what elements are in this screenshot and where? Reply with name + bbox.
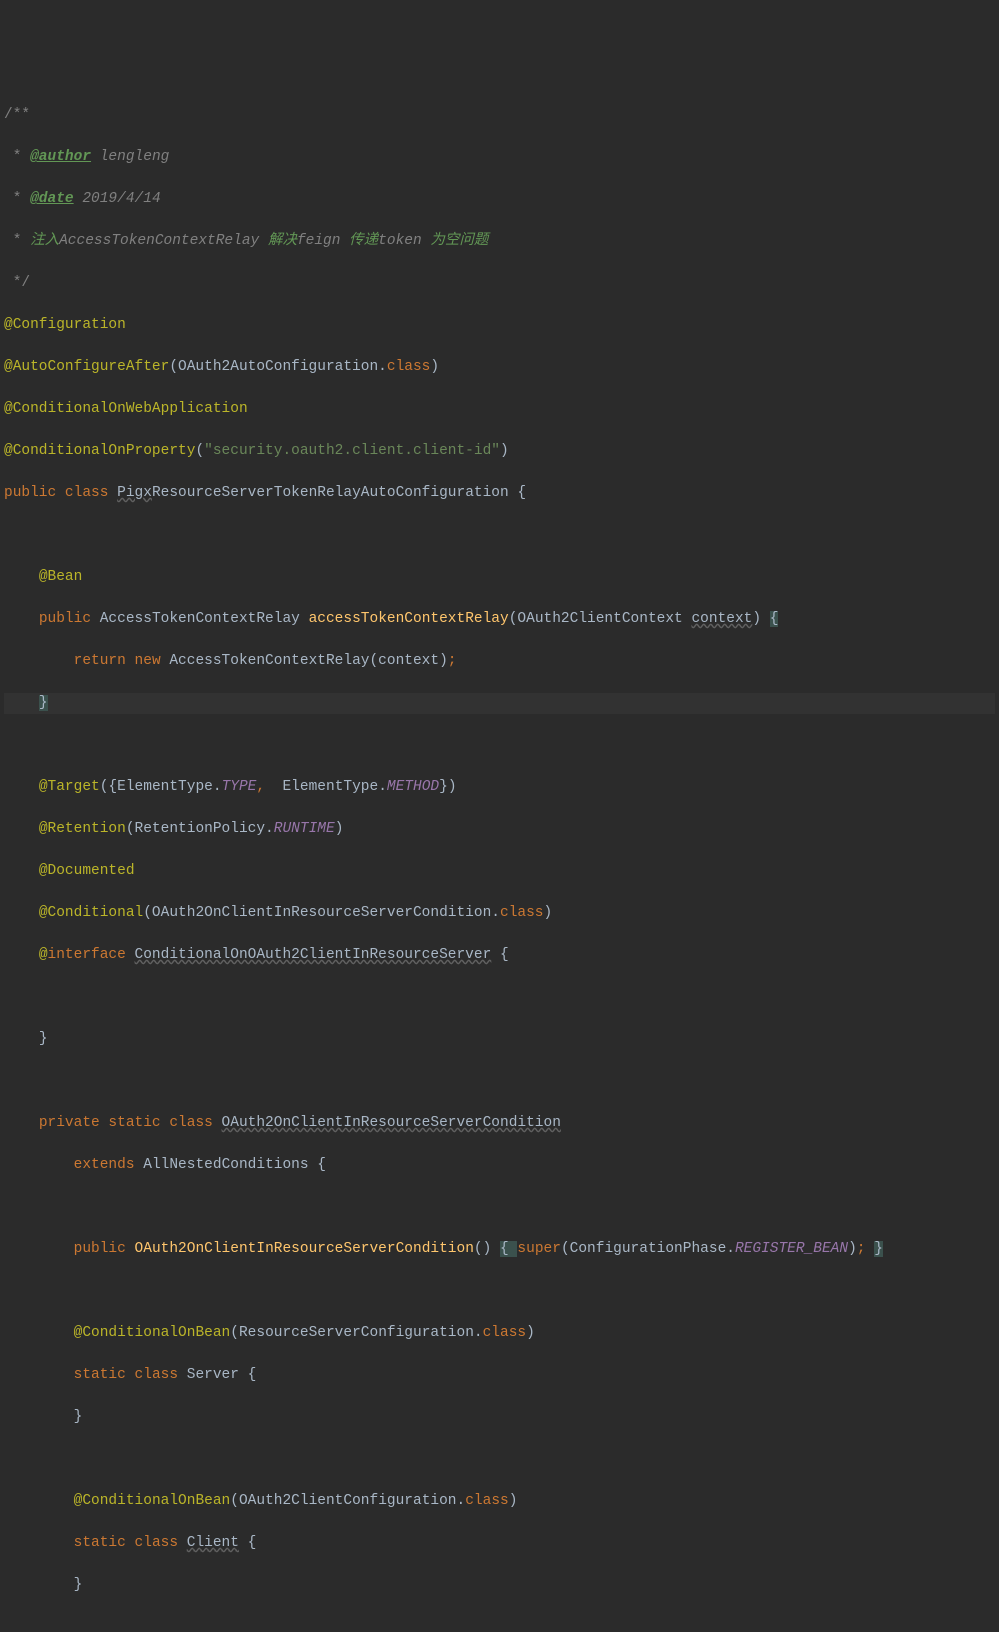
code-line: /** bbox=[4, 105, 995, 126]
code-line: */ bbox=[4, 273, 995, 294]
code-editor[interactable]: /** * @author lengleng * @date 2019/4/14… bbox=[0, 84, 999, 1632]
code-line: extends AllNestedConditions { bbox=[4, 1155, 995, 1176]
annotation: @ConditionalOnWebApplication bbox=[4, 401, 248, 417]
code-line bbox=[4, 735, 995, 756]
code-line: } bbox=[4, 1575, 995, 1596]
code-line: } bbox=[4, 1407, 995, 1428]
code-line bbox=[4, 1071, 995, 1092]
code-line: public OAuth2OnClientInResourceServerCon… bbox=[4, 1239, 995, 1260]
class-name: Client bbox=[187, 1535, 239, 1551]
code-line: static class Client { bbox=[4, 1533, 995, 1554]
code-line: private static class OAuth2OnClientInRes… bbox=[4, 1113, 995, 1134]
code-line: * @author lengleng bbox=[4, 147, 995, 168]
interface-name: ConditionalOnOAuth2ClientInResourceServe… bbox=[135, 947, 492, 963]
annotation: @ConditionalOnBean bbox=[74, 1325, 231, 1341]
code-line bbox=[4, 987, 995, 1008]
string-literal: "security.oauth2.client.client-id" bbox=[204, 443, 500, 459]
annotation: @Documented bbox=[39, 863, 135, 879]
code-line: @ConditionalOnBean(ResourceServerConfigu… bbox=[4, 1323, 995, 1344]
code-line: * 注入AccessTokenContextRelay 解决feign 传递to… bbox=[4, 231, 995, 252]
doc-tag: @date bbox=[30, 191, 74, 207]
annotation: @Conditional bbox=[39, 905, 143, 921]
annotation: @ConditionalOnProperty bbox=[4, 443, 195, 459]
parameter: context bbox=[691, 611, 752, 627]
annotation: @ConditionalOnBean bbox=[74, 1493, 231, 1509]
code-line: public AccessTokenContextRelay accessTok… bbox=[4, 609, 995, 630]
code-line: @Retention(RetentionPolicy.RUNTIME) bbox=[4, 819, 995, 840]
code-line: return new AccessTokenContextRelay(conte… bbox=[4, 651, 995, 672]
code-line: } bbox=[4, 1029, 995, 1050]
annotation: @Configuration bbox=[4, 317, 126, 333]
code-line: @interface ConditionalOnOAuth2ClientInRe… bbox=[4, 945, 995, 966]
code-line: static class Server { bbox=[4, 1365, 995, 1386]
annotation: @Bean bbox=[39, 569, 83, 585]
code-line: @Configuration bbox=[4, 315, 995, 336]
method-name: accessTokenContextRelay bbox=[309, 611, 509, 627]
constructor: OAuth2OnClientInResourceServerCondition bbox=[135, 1241, 474, 1257]
class-name: Pigx bbox=[117, 485, 152, 501]
code-line bbox=[4, 1197, 995, 1218]
code-line: @Documented bbox=[4, 861, 995, 882]
code-line bbox=[4, 1449, 995, 1470]
comment: /** bbox=[4, 107, 30, 123]
code-line: @ConditionalOnProperty("security.oauth2.… bbox=[4, 441, 995, 462]
code-line: @ConditionalOnWebApplication bbox=[4, 399, 995, 420]
doc-tag: @author bbox=[30, 149, 91, 165]
code-line: @ConditionalOnBean(OAuth2ClientConfigura… bbox=[4, 1491, 995, 1512]
code-line: public class PigxResourceServerTokenRela… bbox=[4, 483, 995, 504]
code-line: * @date 2019/4/14 bbox=[4, 189, 995, 210]
code-line bbox=[4, 1281, 995, 1302]
class-name: OAuth2OnClientInResourceServerCondition bbox=[222, 1115, 561, 1131]
annotation: @Retention bbox=[39, 821, 126, 837]
annotation: @Target bbox=[39, 779, 100, 795]
code-line: @Conditional(OAuth2OnClientInResourceSer… bbox=[4, 903, 995, 924]
code-line: @AutoConfigureAfter(OAuth2AutoConfigurat… bbox=[4, 357, 995, 378]
code-line: @Target({ElementType.TYPE, ElementType.M… bbox=[4, 777, 995, 798]
code-line: } bbox=[4, 693, 995, 714]
code-line bbox=[4, 1617, 995, 1632]
code-line: @Bean bbox=[4, 567, 995, 588]
code-line bbox=[4, 525, 995, 546]
annotation: @AutoConfigureAfter bbox=[4, 359, 169, 375]
